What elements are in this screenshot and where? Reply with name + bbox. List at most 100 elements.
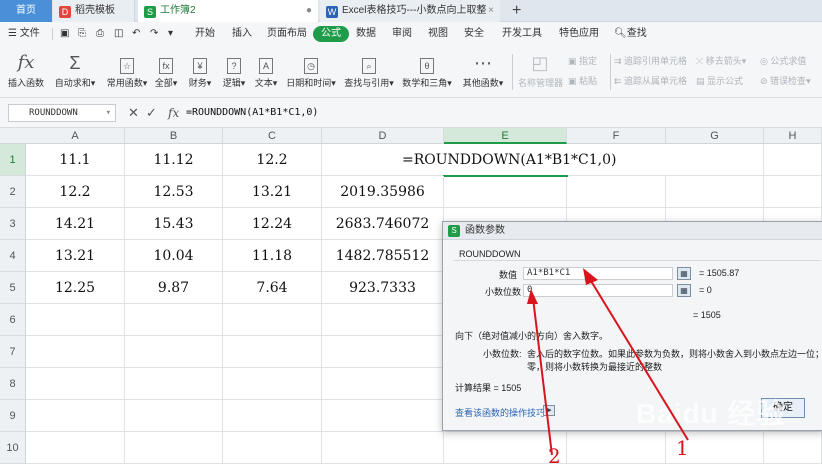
print-icon[interactable]: ⎙ xyxy=(96,26,104,42)
preview-icon[interactable]: ◫ xyxy=(114,26,123,42)
cell-d4[interactable]: 1482.785512 xyxy=(322,240,444,272)
math-trig-button[interactable]: θ 数学和三角▾ xyxy=(400,50,454,89)
undo-icon[interactable]: ↶ xyxy=(132,26,140,42)
cell-c4[interactable]: 11.18 xyxy=(223,240,322,272)
financial-button[interactable]: ¥ 财务▾ xyxy=(186,50,214,89)
menu-formula[interactable]: 公式 xyxy=(313,26,349,42)
confirm-icon[interactable]: ✓ xyxy=(146,104,157,122)
row-header[interactable]: 4 xyxy=(0,240,26,272)
all-functions-button[interactable]: fx 全部▾ xyxy=(152,50,180,89)
video-play-icon[interactable]: ▶ xyxy=(543,405,555,416)
logical-button[interactable]: ? 逻辑▾ xyxy=(220,50,248,89)
trace-dependents-button[interactable]: ⇇ 追踪从属单元格 xyxy=(614,74,687,87)
file-menu[interactable]: ☰ 文件 xyxy=(8,26,40,42)
menu-insert[interactable]: 插入 xyxy=(232,26,252,42)
menu-dev-tools[interactable]: 开发工具 xyxy=(502,26,542,42)
row-header[interactable]: 8 xyxy=(0,368,26,400)
empty-cell[interactable] xyxy=(567,432,666,464)
text-button[interactable]: A 文本▾ xyxy=(252,50,280,89)
chevron-down-icon[interactable]: ▾ xyxy=(106,105,111,121)
tab-home[interactable]: 首页 xyxy=(0,0,52,22)
empty-cell[interactable] xyxy=(125,368,223,400)
column-header[interactable]: G xyxy=(666,128,764,144)
cell-d3[interactable]: 2683.746072 xyxy=(322,208,444,240)
empty-cell[interactable] xyxy=(223,336,322,368)
empty-cell[interactable] xyxy=(26,432,125,464)
empty-cell[interactable] xyxy=(666,176,764,208)
cell-c3[interactable]: 12.24 xyxy=(223,208,322,240)
column-header[interactable]: D xyxy=(322,128,444,144)
menu-view[interactable]: 视图 xyxy=(428,26,448,42)
cell-c5[interactable]: 7.64 xyxy=(223,272,322,304)
tab-docer-templates[interactable]: D 稻壳模板 xyxy=(53,0,135,22)
empty-cell[interactable] xyxy=(125,336,223,368)
autosum-button[interactable]: Σ 自动求和▾ xyxy=(54,50,96,89)
menu-review[interactable]: 审阅 xyxy=(392,26,412,42)
column-header[interactable]: C xyxy=(223,128,322,144)
column-header[interactable]: B xyxy=(125,128,223,144)
paste-name-button[interactable]: ▣ 粘贴 xyxy=(568,74,597,87)
empty-cell[interactable] xyxy=(26,304,125,336)
cancel-icon[interactable]: ✕ xyxy=(128,104,139,122)
row-header[interactable]: 6 xyxy=(0,304,26,336)
empty-cell[interactable] xyxy=(223,304,322,336)
cell-a3[interactable]: 14.21 xyxy=(26,208,125,240)
empty-cell[interactable] xyxy=(26,400,125,432)
empty-cell[interactable] xyxy=(26,368,125,400)
row-header[interactable]: 5 xyxy=(0,272,26,304)
column-header[interactable]: A xyxy=(26,128,125,144)
cell-b3[interactable]: 15.43 xyxy=(125,208,223,240)
cell-b2[interactable]: 12.53 xyxy=(125,176,223,208)
row-header[interactable]: 7 xyxy=(0,336,26,368)
cell-d5[interactable]: 923.7333 xyxy=(322,272,444,304)
empty-cell[interactable] xyxy=(444,176,567,208)
row-header[interactable]: 9 xyxy=(0,400,26,432)
new-tab-button[interactable]: + xyxy=(512,0,521,22)
name-box[interactable]: ROUNDDOWN ▾ xyxy=(8,104,116,122)
cell-a2[interactable]: 12.2 xyxy=(26,176,125,208)
empty-cell[interactable] xyxy=(764,432,822,464)
cell-b1[interactable]: 11.12 xyxy=(125,144,223,176)
row-header[interactable]: 1 xyxy=(0,144,26,176)
empty-cell[interactable] xyxy=(322,336,444,368)
insert-function-button[interactable]: fx 插入函数 xyxy=(8,50,44,89)
empty-cell[interactable] xyxy=(223,368,322,400)
redo-icon[interactable]: ↷ xyxy=(150,26,158,42)
fx-icon[interactable]: fx xyxy=(168,104,179,122)
empty-cell[interactable] xyxy=(125,432,223,464)
column-header[interactable]: F xyxy=(567,128,666,144)
empty-cell[interactable] xyxy=(322,304,444,336)
row-header[interactable]: 2 xyxy=(0,176,26,208)
other-functions-button[interactable]: ⋯ 其他函数▾ xyxy=(460,50,506,89)
formula-input[interactable]: =ROUNDDOWN(A1*B1*C1,0) xyxy=(186,104,818,122)
search-button[interactable]: 🔍︎查找 xyxy=(614,26,647,42)
menu-page-layout[interactable]: 页面布局 xyxy=(267,26,307,42)
cell-a1[interactable]: 11.1 xyxy=(26,144,125,176)
empty-cell[interactable] xyxy=(322,400,444,432)
dropdown-icon[interactable]: ▾ xyxy=(168,26,173,42)
close-icon[interactable]: × xyxy=(488,0,494,22)
cell-c2[interactable]: 13.21 xyxy=(223,176,322,208)
empty-cell[interactable] xyxy=(26,336,125,368)
empty-cell[interactable] xyxy=(764,176,822,208)
name-manager-button[interactable]: ◰ 名称管理器 xyxy=(518,50,563,89)
empty-cell[interactable] xyxy=(322,368,444,400)
menu-data[interactable]: 数据 xyxy=(356,26,376,42)
column-header[interactable]: H xyxy=(764,128,822,144)
empty-cell[interactable] xyxy=(567,176,666,208)
range-picker-icon[interactable]: ▦ xyxy=(677,284,691,297)
dialog-title-bar[interactable]: S 函数参数 xyxy=(443,222,822,240)
specify-button[interactable]: ▣ 指定 xyxy=(568,54,597,67)
empty-cell[interactable] xyxy=(125,304,223,336)
empty-cell[interactable] xyxy=(223,432,322,464)
evaluate-formula-button[interactable]: ◎ 公式求值 xyxy=(760,54,806,67)
empty-cell[interactable] xyxy=(322,432,444,464)
lookup-reference-button[interactable]: ⌕ 查找与引用▾ xyxy=(342,50,396,89)
close-icon[interactable]: ● xyxy=(306,0,312,22)
export-icon[interactable]: ⎘ xyxy=(78,26,86,42)
range-picker-icon[interactable]: ▦ xyxy=(677,267,691,280)
help-link[interactable]: 查看该函数的操作技巧 xyxy=(455,406,545,419)
save-icon[interactable]: ▣ xyxy=(60,26,69,42)
cell-c1[interactable]: 12.2 xyxy=(223,144,322,176)
row-header[interactable]: 10 xyxy=(0,432,26,464)
